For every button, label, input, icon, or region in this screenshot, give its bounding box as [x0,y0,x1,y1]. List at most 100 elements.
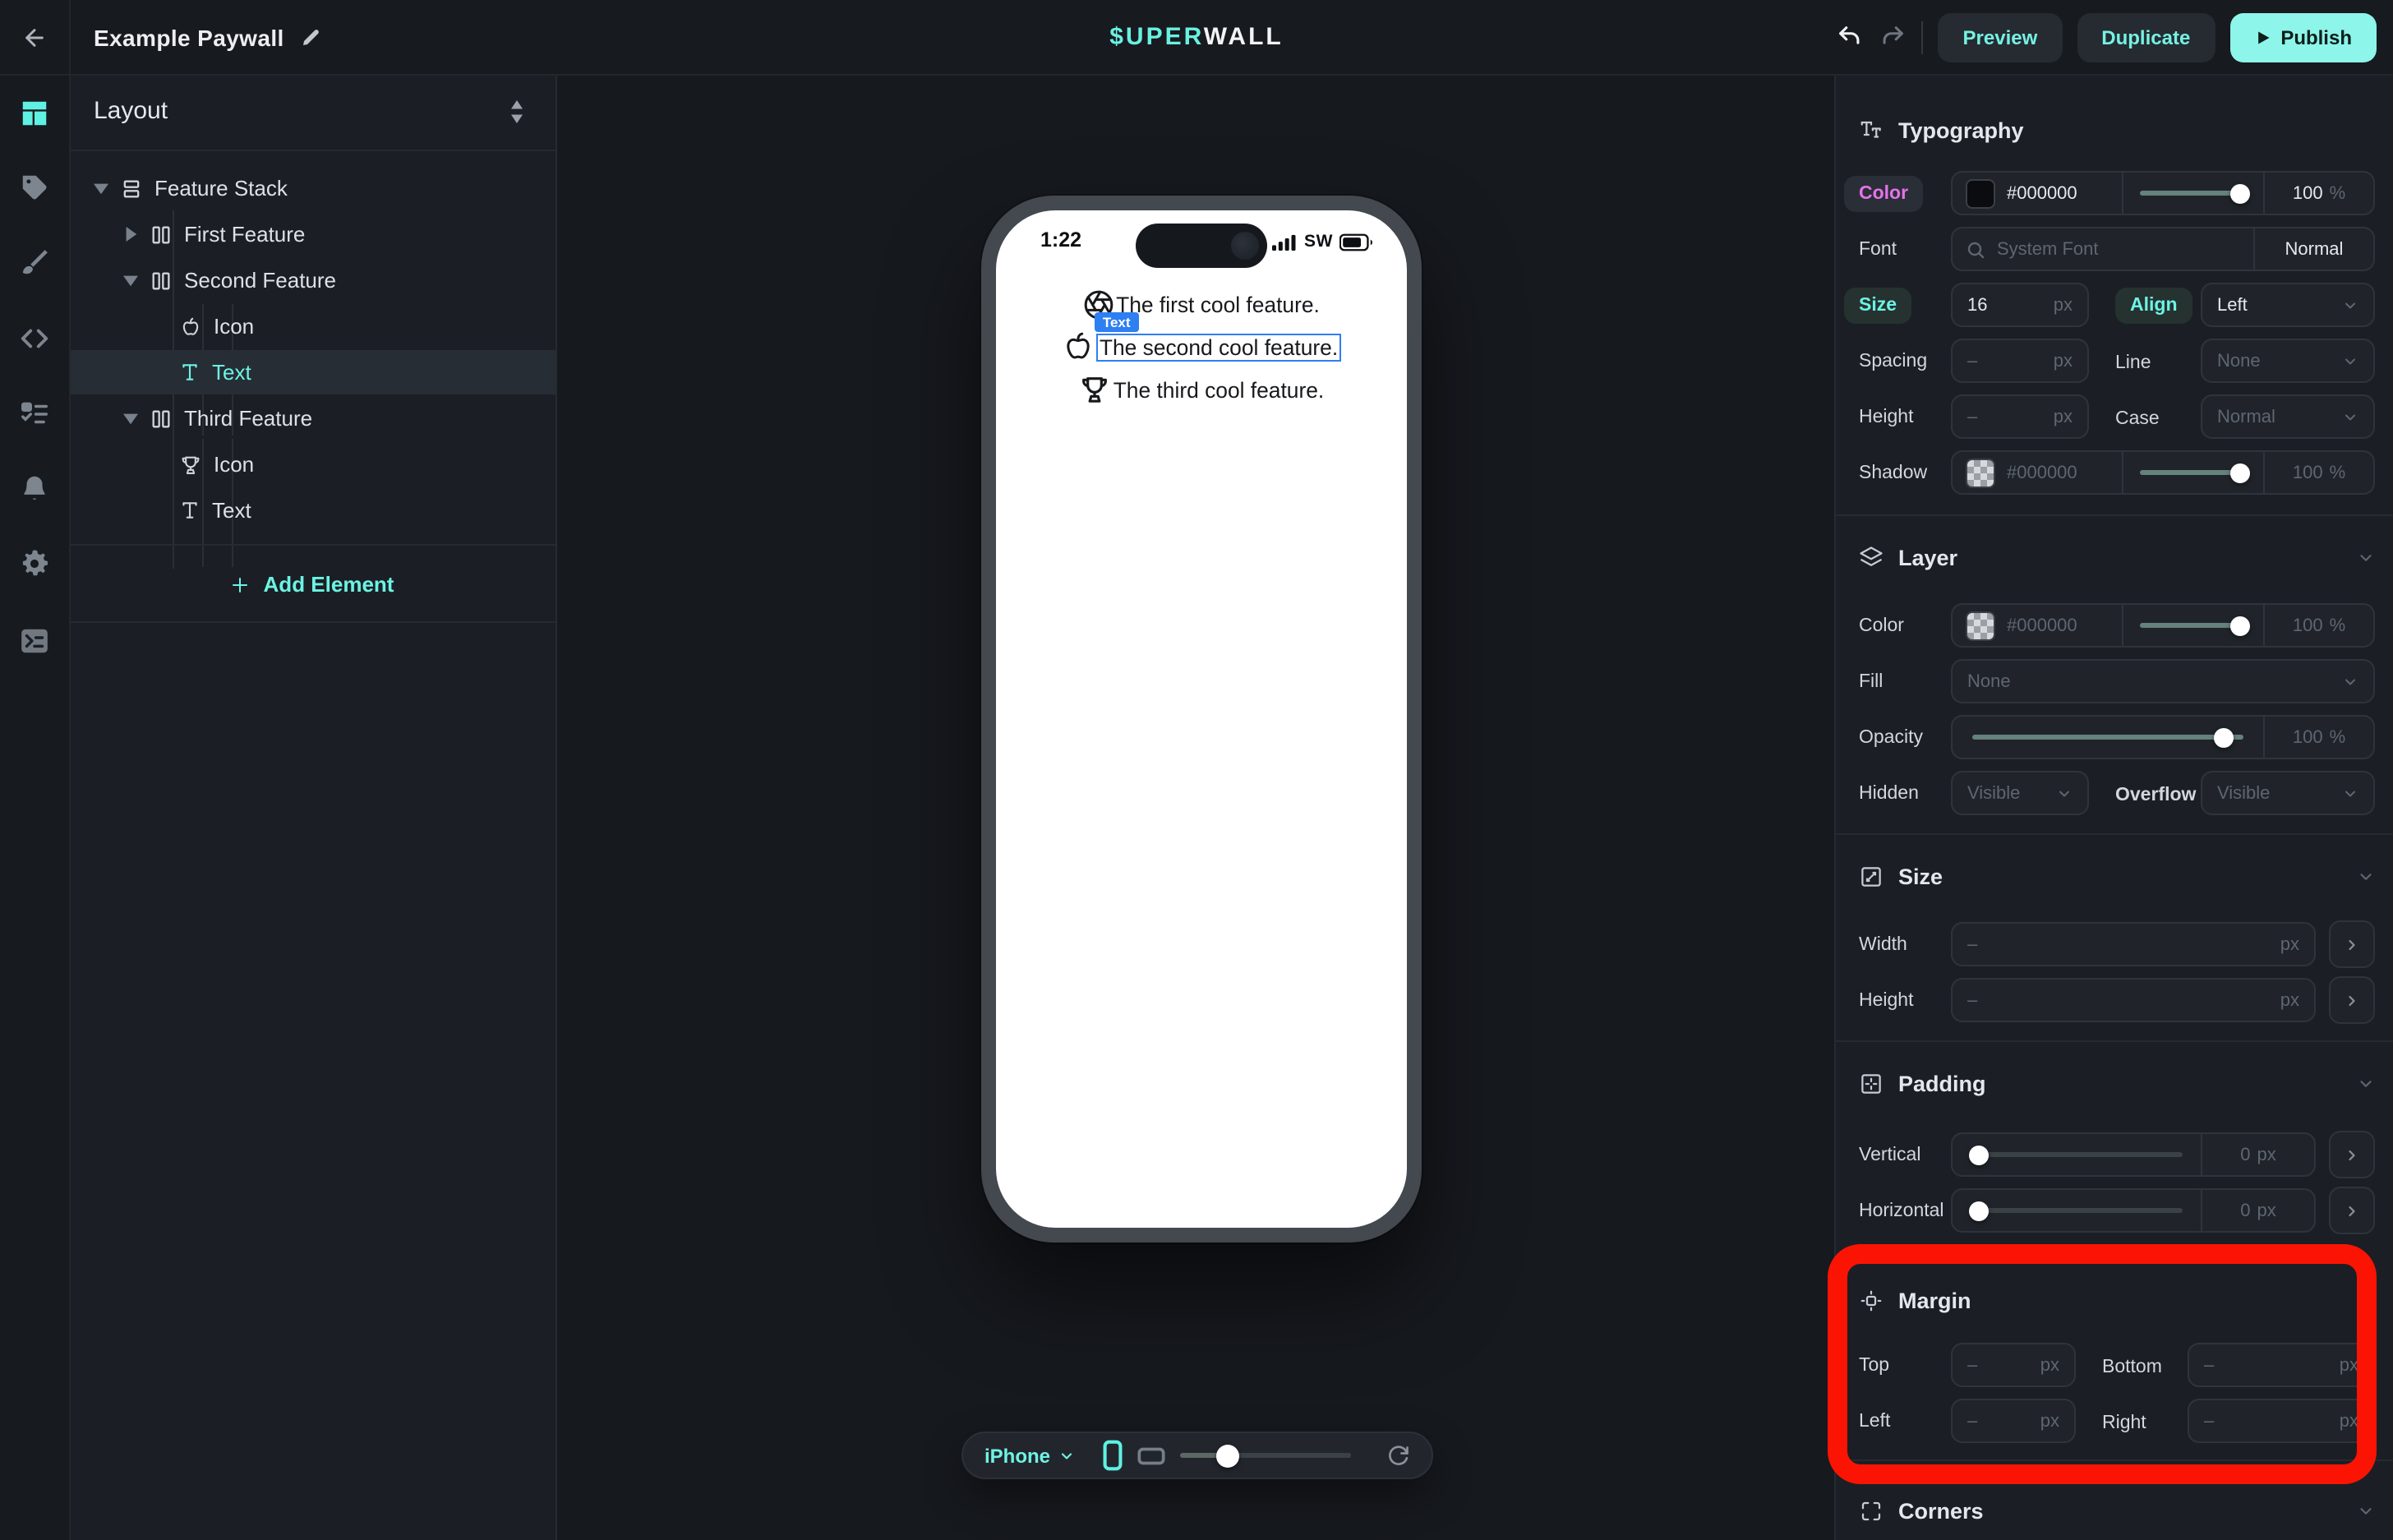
horizontal-expand-button[interactable] [2329,1187,2375,1234]
section-corners[interactable]: Corners [1859,1494,2375,1527]
shadow-opacity-field[interactable]: 100 % [2265,452,2373,493]
rules-tab-icon[interactable] [19,399,50,430]
theme-tab-icon[interactable] [19,247,50,279]
portrait-mode-button[interactable] [1103,1440,1123,1471]
second-feature-element[interactable]: Text The second cool feature. [1062,330,1341,363]
selected-text-element[interactable]: Text The second cool feature. [1096,333,1341,361]
font-size-input[interactable]: 16 px [1951,283,2089,327]
zoom-slider-knob[interactable] [1216,1444,1239,1467]
align-property-pill[interactable]: Align [2115,287,2192,323]
slider-knob[interactable] [2230,183,2250,203]
stack-icon [120,177,143,200]
tree-item-third-icon[interactable]: Icon [69,442,556,486]
products-tab-icon[interactable] [19,172,50,203]
back-button[interactable] [0,0,71,74]
width-expand-button[interactable] [2329,920,2375,968]
notifications-tab-icon[interactable] [19,473,50,504]
publish-button[interactable]: Publish [2229,12,2377,62]
opacity-slider[interactable] [1953,717,2265,758]
layer-color-opacity[interactable]: 100 % [2265,605,2373,646]
size-property-pill[interactable]: Size [1844,287,1911,323]
fill-select[interactable]: None [1951,659,2375,703]
duplicate-button[interactable]: Duplicate [2077,12,2215,62]
tree-item-feature-stack[interactable]: Feature Stack [69,166,556,210]
edit-title-button[interactable] [301,27,320,47]
line-select[interactable]: None [2201,339,2375,383]
margin-right-input[interactable]: – px [2188,1399,2375,1443]
text-icon [179,500,201,521]
shadow-swatch[interactable] [1966,458,1995,487]
height-expand-button[interactable] [2329,976,2375,1024]
horizontal-padding-field[interactable]: 0 px [2202,1190,2314,1231]
layout-tab-icon[interactable] [19,98,50,129]
margin-top-input[interactable]: – px [1951,1343,2076,1387]
opacity-field[interactable]: 100 % [2265,717,2373,758]
zoom-slider[interactable] [1180,1453,1351,1458]
paywall-screen[interactable]: 1:22 SW The first cool feature. Text [996,210,1407,1228]
color-swatch[interactable] [1966,178,1995,208]
spacing-input[interactable]: – px [1951,339,2089,383]
color-property-pill[interactable]: Color [1844,175,1923,211]
vertical-padding-slider[interactable] [1953,1134,2202,1175]
undo-button[interactable] [1837,23,1865,51]
shadow-hex-field[interactable]: #000000 [1953,452,2124,493]
font-search-input[interactable]: System Font [1953,228,2255,270]
refresh-button[interactable] [1387,1444,1410,1467]
arrow-left-icon [21,24,48,50]
layer-color-slider[interactable] [2124,605,2265,646]
section-size[interactable]: Size [1859,860,2375,892]
tree-item-second-feature[interactable]: Second Feature [69,258,556,302]
overflow-select[interactable]: Visible [2201,771,2375,815]
width-input[interactable]: – px [1951,922,2316,966]
slider-knob[interactable] [1969,1145,1989,1164]
align-select[interactable]: Left [2201,283,2375,327]
margin-icon [1859,1288,1884,1312]
font-weight-select[interactable]: Normal [2255,228,2373,270]
canvas[interactable]: 1:22 SW The first cool feature. Text [556,74,1834,1540]
tree-item-third-feature[interactable]: Third Feature [69,396,556,440]
vertical-padding-field[interactable]: 0 px [2202,1134,2314,1175]
slider-knob[interactable] [1969,1201,1989,1220]
tree-item-second-text[interactable]: Text [69,350,556,394]
size-icon [1859,864,1884,888]
chevron-down-icon [2342,673,2358,689]
height-input[interactable]: – px [1951,978,2316,1022]
slider-knob[interactable] [2230,463,2250,482]
margin-bottom-input[interactable]: – px [2188,1343,2375,1387]
console-tab-icon[interactable] [19,625,50,657]
code-tab-icon[interactable] [19,323,50,354]
case-select[interactable]: Normal [2201,394,2375,439]
tree-item-first-feature[interactable]: First Feature [69,212,556,256]
opacity-group: 100 % [1951,715,2375,759]
line-height-input[interactable]: – px [1951,394,2089,439]
settings-tab-icon[interactable] [19,548,50,579]
preview-button[interactable]: Preview [1939,12,2063,62]
layer-color-swatch[interactable] [1966,611,1995,640]
horizontal-padding-slider[interactable] [1953,1190,2202,1231]
shadow-opacity-slider[interactable] [2124,452,2265,493]
section-padding[interactable]: Padding [1859,1067,2375,1100]
margin-left-input[interactable]: – px [1951,1399,2076,1443]
reorder-button[interactable] [508,100,526,123]
landscape-mode-button[interactable] [1137,1445,1165,1465]
tree-item-third-text[interactable]: Text [69,488,556,533]
color-opacity-field[interactable]: 100 % [2265,173,2373,214]
hidden-select[interactable]: Visible [1951,771,2089,815]
chevron-down-icon [2357,867,2375,885]
tree-item-second-icon[interactable]: Icon [69,304,556,348]
layer-color-hex-field[interactable]: #000000 [1953,605,2124,646]
slider-knob[interactable] [2230,616,2250,635]
device-select[interactable]: iPhone [984,1444,1075,1467]
add-element-button[interactable]: Add Element [69,562,556,606]
color-hex-field[interactable]: #000000 [1953,173,2124,214]
device-toolbar: iPhone [961,1432,1433,1479]
section-typography[interactable]: Typography [1859,113,2375,146]
section-margin[interactable]: Margin [1859,1284,2375,1316]
redo-button[interactable] [1879,23,1907,51]
vertical-expand-button[interactable] [2329,1131,2375,1178]
section-layer[interactable]: Layer [1859,541,2375,574]
slider-knob[interactable] [2215,727,2234,747]
feature-stack-element[interactable]: The first cool feature. Text The second … [996,288,1407,406]
color-opacity-slider[interactable] [2124,173,2265,214]
third-feature-element[interactable]: The third cool feature. [1079,373,1325,406]
